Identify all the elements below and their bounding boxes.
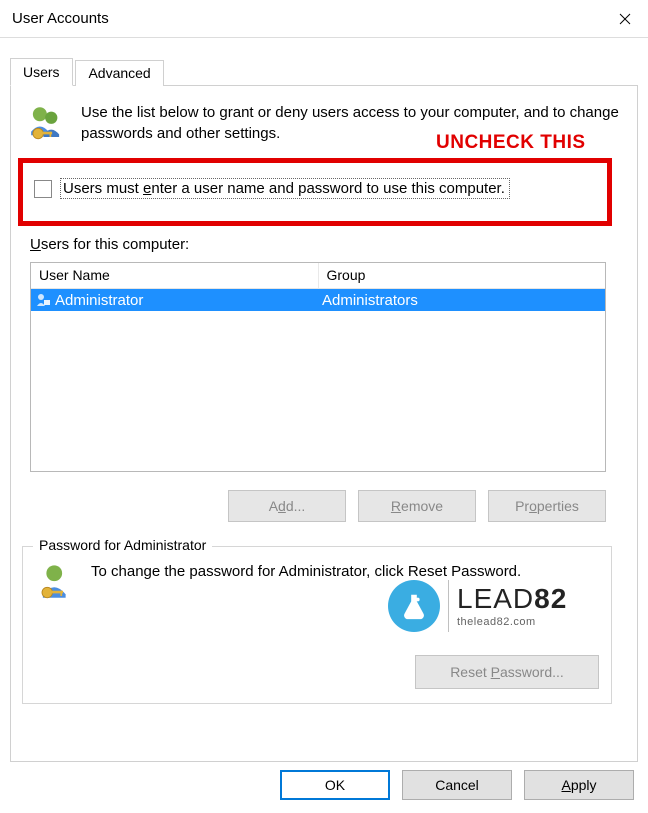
cell-group: Administrators [318, 292, 605, 309]
user-key-icon [35, 561, 77, 609]
window-title: User Accounts [12, 10, 109, 27]
password-text: To change the password for Administrator… [91, 561, 521, 582]
cancel-button[interactable]: Cancel [402, 770, 512, 800]
column-group[interactable]: Group [319, 263, 606, 288]
tab-users[interactable]: Users [10, 58, 73, 86]
remove-button[interactable]: Remove [358, 490, 476, 522]
close-icon [619, 13, 631, 25]
users-key-icon [25, 102, 67, 150]
list-buttons-row: Add... Remove Properties [30, 490, 606, 522]
must-enter-credentials-checkbox-row: Users must enter a user name and passwor… [34, 178, 510, 199]
reset-password-button[interactable]: Reset Password... [415, 655, 599, 689]
add-button[interactable]: Add... [228, 490, 346, 522]
must-enter-credentials-label[interactable]: Users must enter a user name and passwor… [60, 178, 510, 199]
tab-advanced[interactable]: Advanced [75, 60, 163, 86]
intro-text: Use the list below to grant or deny user… [81, 102, 623, 144]
apply-button[interactable]: Apply [524, 770, 634, 800]
dialog-buttons: OK Cancel Apply [0, 757, 648, 813]
table-row[interactable]: Administrator Administrators [31, 289, 605, 311]
properties-button[interactable]: Properties [488, 490, 606, 522]
column-username[interactable]: User Name [31, 263, 319, 288]
users-list-heading: Users for this computer: [30, 236, 189, 253]
user-row-icon [35, 292, 51, 308]
close-button[interactable] [602, 0, 648, 38]
tab-label: Users [23, 64, 60, 80]
listview-header: User Name Group [31, 263, 605, 289]
password-fieldset: Password for Administrator To change the… [22, 546, 612, 704]
cell-username: Administrator [31, 292, 318, 309]
group-text: Administrators [322, 292, 418, 309]
username-text: Administrator [55, 292, 143, 309]
tab-strip: Users Advanced [10, 58, 638, 86]
title-bar: User Accounts [0, 0, 648, 38]
users-listview[interactable]: User Name Group Administrator Administra… [30, 262, 606, 472]
intro-row: Use the list below to grant or deny user… [25, 102, 623, 150]
tab-label: Advanced [88, 65, 150, 81]
ok-button[interactable]: OK [280, 770, 390, 800]
must-enter-credentials-checkbox[interactable] [34, 180, 52, 198]
password-legend: Password for Administrator [33, 537, 212, 553]
